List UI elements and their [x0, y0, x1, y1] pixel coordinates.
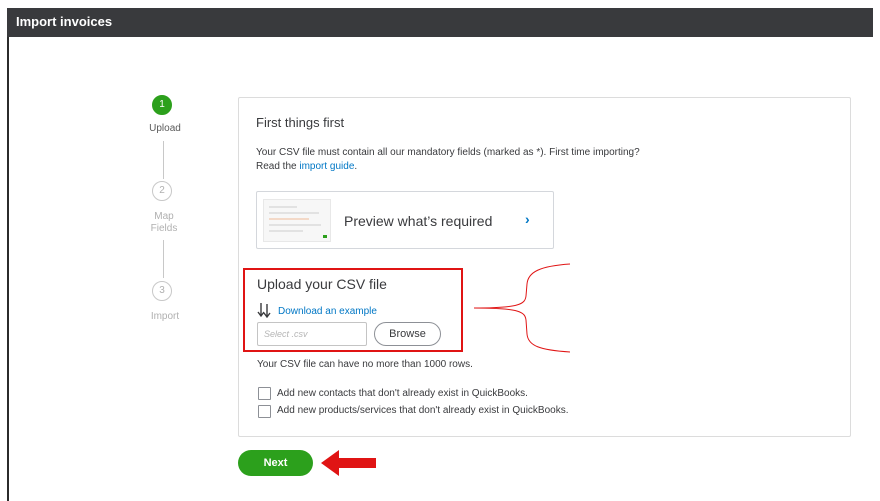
annotation-brace	[473, 263, 571, 353]
annotation-arrow	[321, 450, 376, 476]
annotation-overlay	[321, 263, 571, 476]
